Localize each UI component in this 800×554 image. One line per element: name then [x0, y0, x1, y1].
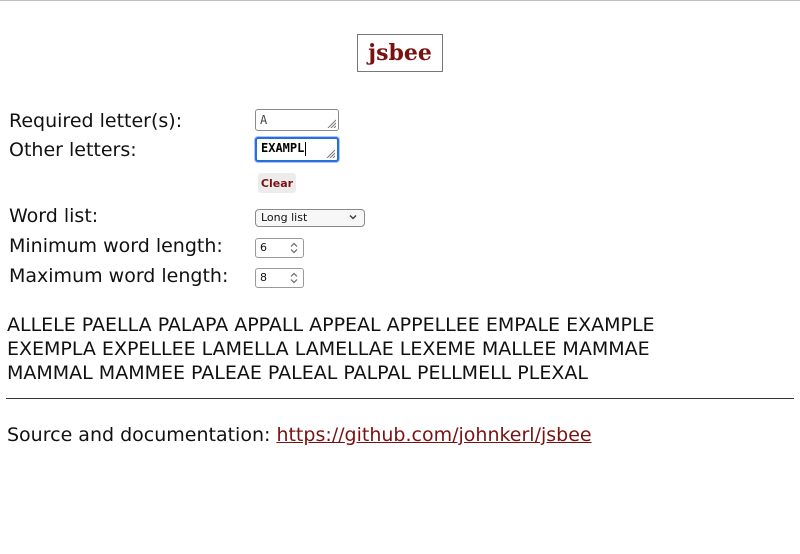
stepper-arrows-icon[interactable] — [289, 271, 299, 285]
min-length-label: Minimum word length: — [9, 235, 223, 257]
other-letters-label: Other letters: — [9, 139, 137, 161]
word-list-label: Word list: — [9, 205, 99, 227]
divider — [6, 398, 794, 399]
resize-grip-icon[interactable] — [325, 148, 335, 158]
results-line: MAMMAL MAMMEE PALEAE PALEAL PALPAL PELLM… — [7, 362, 588, 384]
results-line: ALLELE PAELLA PALAPA APPALL APPEAL APPEL… — [7, 314, 655, 336]
page: jsbee Required letter(s): A Other letter… — [0, 0, 800, 554]
min-length-input[interactable]: 6 — [255, 238, 304, 258]
results-line: EXEMPLA EXPELLEE LAMELLA LAMELLAE LEXEME… — [7, 338, 650, 360]
footer: Source and documentation: https://github… — [7, 423, 592, 447]
resize-grip-icon[interactable] — [326, 118, 336, 128]
footer-prefix: Source and documentation: — [7, 424, 271, 446]
source-link[interactable]: https://github.com/johnkerl/jsbee — [276, 424, 591, 446]
clear-button[interactable]: Clear — [258, 173, 296, 193]
required-letters-value: A — [260, 113, 268, 127]
max-length-input[interactable]: 8 — [255, 268, 304, 288]
required-letters-input[interactable]: A — [255, 109, 339, 131]
app-title: jsbee — [357, 34, 443, 72]
max-length-value: 8 — [260, 271, 267, 284]
stepper-arrows-icon[interactable] — [289, 241, 299, 255]
min-length-value: 6 — [260, 241, 267, 254]
word-list-selected: Long list — [261, 211, 308, 224]
text-caret — [305, 141, 307, 156]
other-letters-input[interactable]: EXAMPL — [255, 137, 339, 162]
word-list-select[interactable]: Long list — [255, 209, 365, 227]
chevron-down-icon — [349, 215, 357, 220]
required-letters-label: Required letter(s): — [9, 110, 183, 132]
results-output: ALLELE PAELLA PALAPA APPALL APPEAL APPEL… — [7, 313, 793, 385]
max-length-label: Maximum word length: — [9, 265, 229, 287]
other-letters-value: EXAMPL — [261, 141, 305, 155]
